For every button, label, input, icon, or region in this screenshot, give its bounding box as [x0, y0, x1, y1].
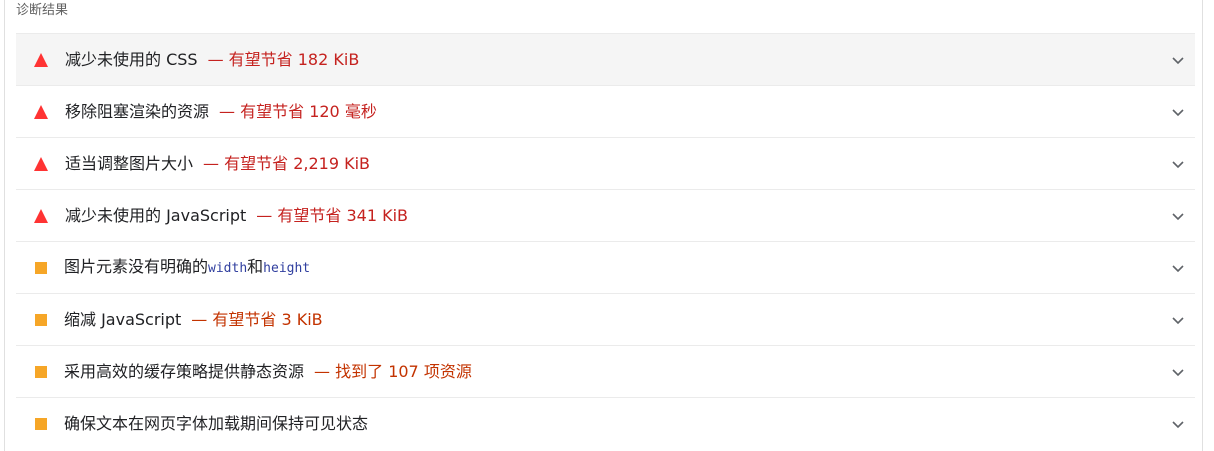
- audit-row-minify-javascript[interactable]: 缩减 JavaScript — 有望节省 3 KiB: [16, 293, 1195, 345]
- code-width: width: [208, 260, 248, 276]
- audit-title: 采用高效的缓存策略提供静态资源: [64, 361, 305, 381]
- audit-savings: — 有望节省 182 KiB: [207, 49, 360, 69]
- chevron-down-icon[interactable]: [1171, 261, 1185, 275]
- fail-triangle-icon: [34, 52, 48, 67]
- diagnostics-panel: 诊断结果 减少未使用的 CSS — 有望节省 182 KiB 移除阻塞渲染的资源 —…: [4, 0, 1203, 451]
- audit-savings: — 有望节省 2,219 KiB: [203, 153, 370, 173]
- audit-title: 减少未使用的 JavaScript: [65, 205, 247, 225]
- audit-text: 确保文本在网页字体加载期间保持可见状态: [64, 413, 368, 435]
- chevron-down-icon[interactable]: [1171, 417, 1185, 431]
- audit-savings: — 有望节省 120 毫秒: [219, 101, 377, 121]
- fail-triangle-icon: [34, 104, 48, 119]
- chevron-down-icon[interactable]: [1171, 365, 1185, 379]
- chevron-down-icon[interactable]: [1171, 105, 1185, 119]
- audit-title-part: 图片元素没有明确的: [64, 256, 209, 276]
- audit-list: 减少未使用的 CSS — 有望节省 182 KiB 移除阻塞渲染的资源 — 有望节省…: [16, 33, 1195, 449]
- chevron-down-icon[interactable]: [1171, 209, 1185, 223]
- audit-savings: — 找到了 107 项资源: [314, 361, 472, 381]
- audit-savings: — 有望节省 341 KiB: [256, 205, 409, 225]
- section-title: 诊断结果: [16, 3, 69, 18]
- audit-text: 图片元素没有明确的width和height: [64, 256, 310, 280]
- audit-text: 减少未使用的 CSS — 有望节省 182 KiB: [65, 49, 359, 71]
- average-square-icon: [35, 417, 47, 430]
- fail-triangle-icon: [34, 156, 48, 171]
- audit-row-image-sizing[interactable]: 适当调整图片大小 — 有望节省 2,219 KiB: [16, 137, 1195, 189]
- audit-text: 采用高效的缓存策略提供静态资源 — 找到了 107 项资源: [64, 361, 472, 383]
- audit-title-part: 和: [247, 256, 264, 276]
- average-square-icon: [35, 261, 47, 274]
- audit-savings: — 有望节省 3 KiB: [191, 309, 323, 329]
- audit-text: 移除阻塞渲染的资源 — 有望节省 120 毫秒: [65, 101, 377, 123]
- audit-row-unused-javascript[interactable]: 减少未使用的 JavaScript — 有望节省 341 KiB: [16, 189, 1195, 241]
- audit-row-unsized-images[interactable]: 图片元素没有明确的width和height: [16, 241, 1195, 293]
- average-square-icon: [35, 365, 47, 378]
- chevron-down-icon[interactable]: [1171, 53, 1185, 67]
- audit-text: 减少未使用的 JavaScript — 有望节省 341 KiB: [65, 205, 408, 227]
- audit-row-unused-css[interactable]: 减少未使用的 CSS — 有望节省 182 KiB: [16, 33, 1195, 85]
- audit-row-font-display[interactable]: 确保文本在网页字体加载期间保持可见状态: [16, 397, 1195, 449]
- chevron-down-icon[interactable]: [1171, 157, 1185, 171]
- audit-text: 缩减 JavaScript — 有望节省 3 KiB: [64, 309, 323, 331]
- audit-text: 适当调整图片大小 — 有望节省 2,219 KiB: [65, 153, 370, 175]
- audit-title: 减少未使用的 CSS: [65, 49, 198, 69]
- audit-title: 移除阻塞渲染的资源: [65, 101, 210, 121]
- audit-title: 确保文本在网页字体加载期间保持可见状态: [64, 413, 369, 433]
- fail-triangle-icon: [34, 208, 48, 223]
- audit-row-render-blocking[interactable]: 移除阻塞渲染的资源 — 有望节省 120 毫秒: [16, 85, 1195, 137]
- average-square-icon: [35, 313, 47, 326]
- audit-title: 适当调整图片大小: [65, 153, 194, 173]
- chevron-down-icon[interactable]: [1171, 313, 1185, 327]
- code-height: height: [263, 260, 311, 276]
- audit-row-cache-policy[interactable]: 采用高效的缓存策略提供静态资源 — 找到了 107 项资源: [16, 345, 1195, 397]
- audit-title: 缩减 JavaScript: [64, 309, 182, 329]
